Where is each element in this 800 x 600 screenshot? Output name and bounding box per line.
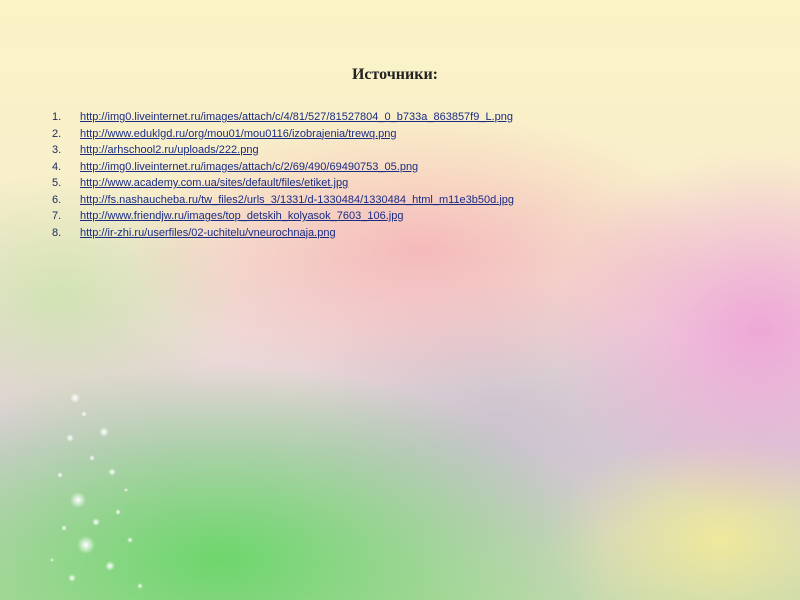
sparkle bbox=[137, 583, 143, 589]
sparkle bbox=[99, 427, 109, 437]
list-item: 3. http://arhschool2.ru/uploads/222.png bbox=[52, 142, 514, 159]
list-item: 7. http://www.friendjw.ru/images/top_dets… bbox=[52, 208, 514, 225]
sparkle bbox=[68, 574, 76, 582]
sparkle bbox=[89, 455, 95, 461]
list-number: 7. bbox=[52, 210, 62, 222]
list-number: 6. bbox=[52, 193, 62, 206]
sparkle bbox=[61, 525, 67, 531]
sparkle bbox=[115, 509, 121, 515]
sparkle bbox=[70, 492, 86, 508]
source-link[interactable]: http://www.friendjw.ru/images/top_detski… bbox=[80, 210, 403, 222]
sparkle-group bbox=[50, 393, 143, 589]
list-item: 5. http://www.academy.com.ua/sites/defaul… bbox=[52, 175, 514, 192]
source-link[interactable]: http://img0.liveinternet.ru/images/attac… bbox=[80, 111, 513, 123]
source-link[interactable]: http://ir-zhi.ru/userfiles/02-uchitelu/v… bbox=[80, 227, 336, 239]
source-link[interactable]: http://fs.nashaucheba.ru/tw_files2/urls_… bbox=[80, 194, 514, 206]
list-number: 5. bbox=[52, 177, 62, 189]
sparkle bbox=[57, 472, 63, 478]
sparkle bbox=[66, 434, 74, 442]
source-link[interactable]: http://www.academy.com.ua/sites/default/… bbox=[80, 177, 348, 189]
sparkle bbox=[50, 558, 54, 562]
sparkle bbox=[81, 411, 87, 417]
sparkle bbox=[105, 561, 115, 571]
sparkle bbox=[124, 488, 128, 492]
list-item: 1. http://img0.liveinternet.ru/images/att… bbox=[52, 109, 514, 126]
list-item: 4. http://img0.liveinternet.ru/images/att… bbox=[52, 159, 514, 176]
list-number: 4. bbox=[52, 160, 62, 173]
slide-background: Источники: 1. http://img0.liveinternet.ru… bbox=[0, 0, 800, 600]
list-item: 2. http://www.eduklgd.ru/org/mou01/mou011… bbox=[52, 126, 514, 143]
list-number: 1. bbox=[52, 111, 62, 123]
sparkle bbox=[92, 518, 100, 526]
source-link[interactable]: http://www.eduklgd.ru/org/mou01/mou0116/… bbox=[80, 128, 397, 140]
page-title: Источники: bbox=[351, 66, 438, 83]
source-link[interactable]: http://arhschool2.ru/uploads/222.png bbox=[80, 144, 259, 156]
sparkle bbox=[77, 536, 95, 554]
source-link[interactable]: http://img0.liveinternet.ru/images/attac… bbox=[80, 161, 418, 173]
list-number: 8. bbox=[52, 226, 62, 239]
sparkle bbox=[108, 468, 116, 476]
list-number: 2. bbox=[52, 127, 62, 140]
sparkle bbox=[127, 537, 133, 543]
list-number: 3. bbox=[52, 144, 62, 156]
sparkle bbox=[70, 393, 80, 403]
list-item: 8. http://ir-zhi.ru/userfiles/02-uchitelu… bbox=[52, 225, 514, 242]
sparkles-decoration bbox=[50, 393, 143, 589]
sources-list: 1. http://img0.liveinternet.ru/images/att… bbox=[52, 109, 514, 241]
list-item: 6. http://fs.nashaucheba.ru/tw_files2/url… bbox=[52, 192, 514, 209]
